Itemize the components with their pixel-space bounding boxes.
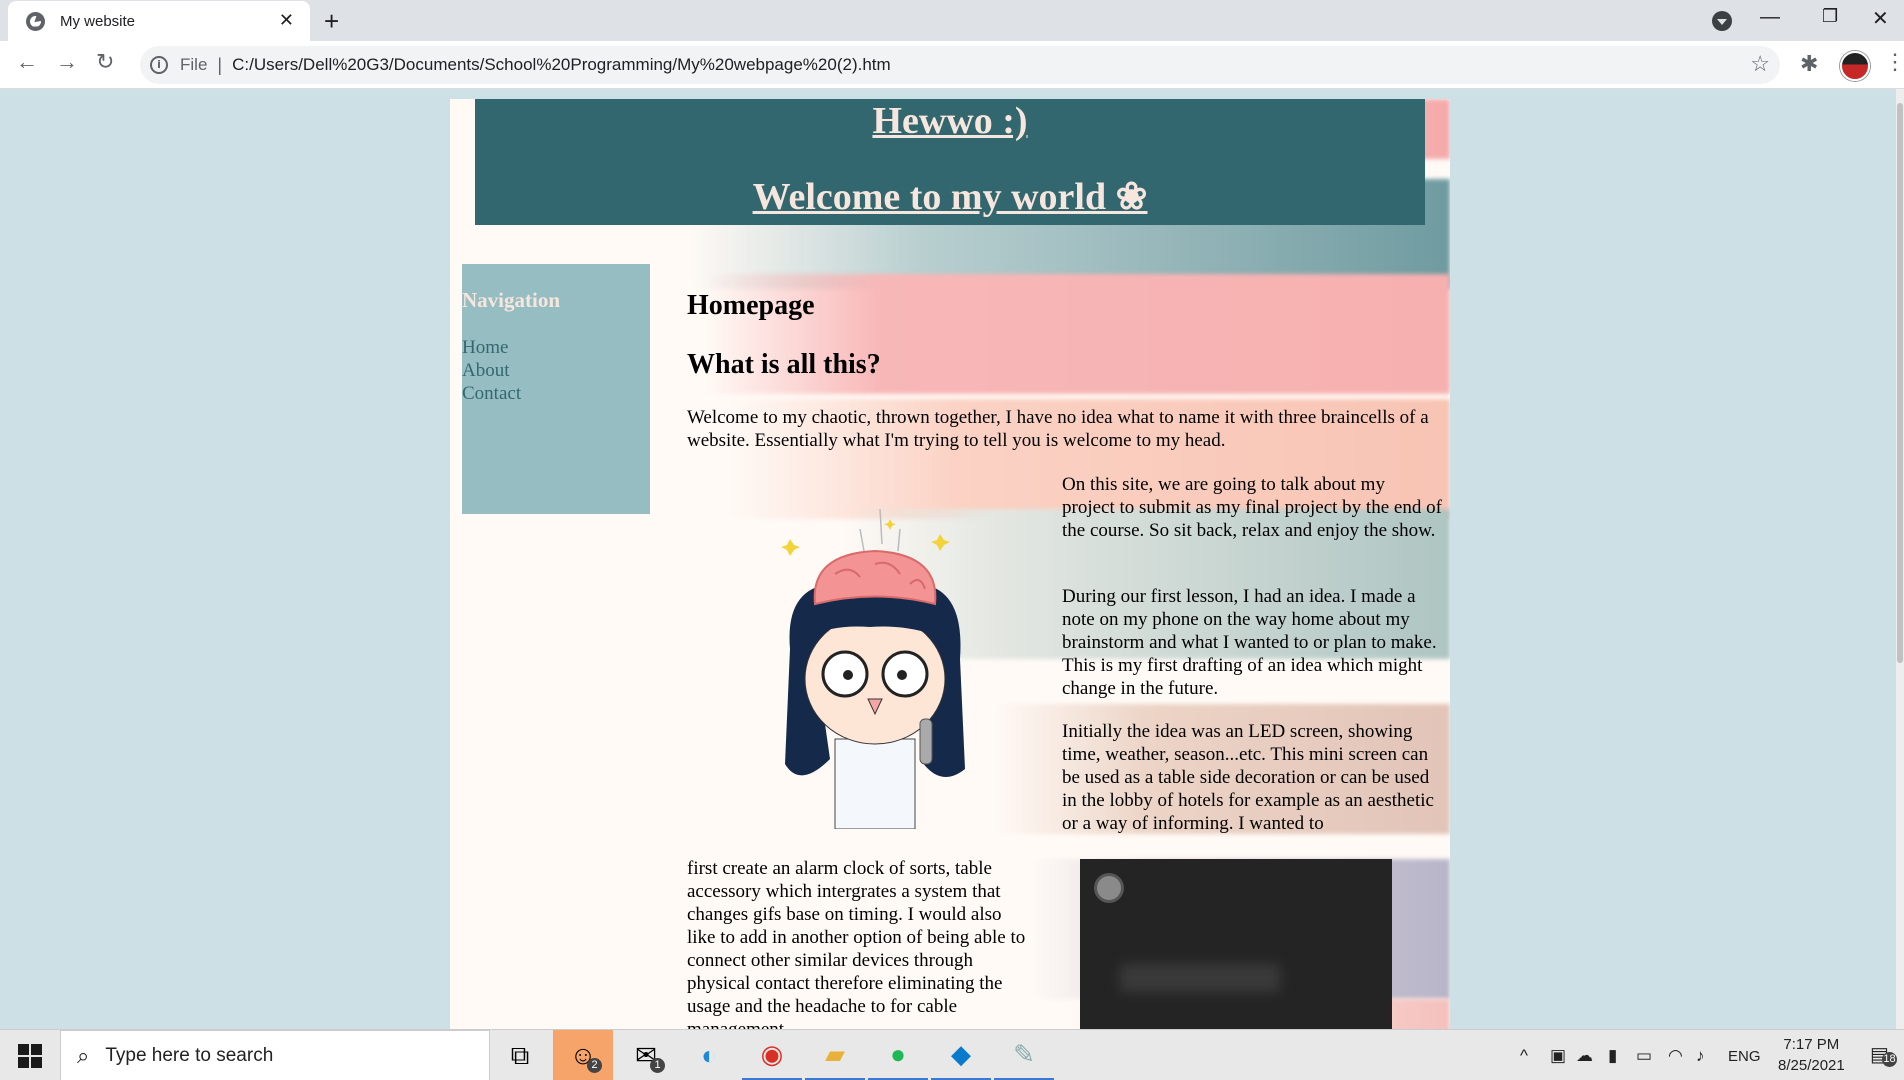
address-bar[interactable]: i File | C:/Users/Dell%20G3/Documents/Sc… — [140, 46, 1780, 84]
separator: | — [217, 54, 223, 75]
star-icon — [781, 539, 800, 556]
extensions-icon[interactable]: ✱ — [1800, 51, 1818, 77]
taskbar-clock[interactable]: 7:17 PM 8/25/2021 — [1778, 1034, 1845, 1076]
tray-language[interactable]: ENG — [1728, 1048, 1761, 1065]
sparkle-line — [879, 508, 883, 545]
close-window-icon[interactable]: ✕ — [1872, 6, 1889, 31]
wrench — [919, 718, 933, 765]
heading-what: What is all this? — [687, 349, 881, 380]
edge-icon[interactable]: ◐ — [679, 1030, 739, 1080]
back-icon[interactable]: ← — [16, 49, 38, 75]
video-avatar-icon — [1094, 873, 1124, 903]
file-explorer-icon[interactable]: ▰ — [805, 1030, 865, 1080]
tab-title: My website — [60, 12, 136, 30]
chrome-icon[interactable]: ◉ — [742, 1030, 802, 1080]
file-label: File — [180, 55, 208, 74]
browser-tab[interactable]: My website ✕ — [8, 1, 310, 41]
taskbar-search[interactable]: ⌕ Type here to search — [60, 1030, 490, 1080]
paragraph-project: On this site, we are going to talk about… — [1062, 474, 1442, 541]
info-icon[interactable]: i — [150, 56, 168, 74]
site-subtitle[interactable]: Welcome to my world ❀ — [475, 178, 1425, 216]
clock-date: 8/25/2021 — [1778, 1057, 1845, 1074]
task-view-icon[interactable]: ⧉ — [490, 1030, 550, 1080]
tab-search-icon[interactable] — [1712, 11, 1732, 31]
notification-icon[interactable]: ▤ 18 — [1870, 1042, 1897, 1067]
tray-meet-icon[interactable]: ▣ — [1550, 1046, 1566, 1066]
new-tab-button[interactable]: + — [324, 6, 339, 37]
sparkle-line — [859, 528, 865, 552]
paragraph-first-lesson: During our first lesson, I had an idea. … — [1062, 586, 1437, 699]
right-pupil — [897, 670, 907, 680]
bookmark-star-icon[interactable]: ☆ — [1750, 51, 1770, 77]
paragraph-led-idea: Initially the idea was an LED screen, sh… — [1062, 721, 1434, 834]
video-title-blur — [1120, 964, 1280, 992]
star-icon — [884, 519, 896, 530]
scrollbar-thumb[interactable] — [1897, 103, 1903, 663]
reload-icon[interactable]: ↻ — [96, 49, 114, 75]
tray-onedrive-icon[interactable]: ☁ — [1576, 1046, 1593, 1066]
url-text[interactable]: C:/Users/Dell%20G3/Documents/School%20Pr… — [232, 55, 891, 75]
search-icon: ⌕ — [77, 1042, 90, 1068]
heading-homepage: Homepage — [687, 290, 815, 321]
scrollbar[interactable] — [1896, 89, 1904, 1029]
mail-icon[interactable]: ✉ 1 — [616, 1030, 676, 1080]
windows-start-icon[interactable] — [18, 1044, 42, 1068]
mail-badge: 1 — [650, 1058, 665, 1073]
globe-icon — [26, 11, 45, 31]
site-wrapper: Hewwo :) Welcome to my world ❀ Navigatio… — [450, 99, 1450, 1029]
windows-taskbar: ⌕ Type here to search ⧉ ☺ 2 ✉ 1 ◐ ◉ ▰ ● ◆ … — [0, 1029, 1904, 1080]
profile-avatar[interactable] — [1840, 51, 1870, 81]
nav-link-home[interactable]: Home — [462, 336, 650, 359]
tray-chevron-icon[interactable]: ^ — [1520, 1046, 1528, 1066]
tray-mic-icon[interactable]: ▮ — [1608, 1046, 1617, 1066]
site-header: Hewwo :) Welcome to my world ❀ — [475, 99, 1425, 225]
nav-title: Navigation — [462, 288, 561, 312]
restore-icon[interactable]: ❐ — [1822, 6, 1838, 27]
paragraph-alarm-clock: first create an alarm clock of sorts, ta… — [687, 858, 1026, 1029]
tray-volume-icon[interactable]: ♪ — [1696, 1046, 1705, 1066]
vscode-icon[interactable]: ◆ — [931, 1030, 991, 1080]
page-viewport: Hewwo :) Welcome to my world ❀ Navigatio… — [0, 89, 1904, 1029]
clock-time: 7:17 PM — [1783, 1036, 1840, 1053]
search-placeholder: Type here to search — [105, 1044, 274, 1066]
tray-battery-icon[interactable]: ▭ — [1636, 1046, 1652, 1066]
nav-links: Home About Contact — [462, 336, 650, 405]
navigation-sidebar: Navigation Home About Contact — [462, 264, 650, 514]
site-title[interactable]: Hewwo :) — [475, 102, 1425, 140]
left-pupil — [843, 670, 853, 680]
browser-titlebar: My website ✕ + — ❐ ✕ — [0, 0, 1904, 41]
discord-badge: 2 — [587, 1058, 602, 1073]
nav-link-contact[interactable]: Contact — [462, 382, 650, 405]
video-embed[interactable] — [1080, 859, 1392, 1029]
menu-icon[interactable]: ⋮ — [1884, 49, 1904, 75]
star-icon — [931, 534, 950, 551]
brain-girl-illustration — [781, 508, 965, 829]
spotify-icon[interactable]: ● — [868, 1030, 928, 1080]
sparkle-line — [897, 528, 901, 552]
close-tab-icon[interactable]: ✕ — [279, 10, 294, 31]
discord-icon[interactable]: ☺ 2 — [553, 1030, 613, 1080]
browser-toolbar: ← → ↻ i File | C:/Users/Dell%20G3/Docume… — [0, 41, 1904, 89]
notification-count: 18 — [1882, 1052, 1897, 1067]
nav-link-about[interactable]: About — [462, 359, 650, 382]
forward-icon[interactable]: → — [56, 49, 78, 75]
shirt — [834, 738, 916, 829]
brain — [813, 549, 937, 606]
tray-wifi-icon[interactable]: ◠ — [1668, 1046, 1683, 1066]
paint-icon[interactable]: ✎ — [994, 1030, 1054, 1080]
intro-paragraph: Welcome to my chaotic, thrown together, … — [687, 407, 1429, 451]
minimize-icon[interactable]: — — [1760, 6, 1780, 29]
